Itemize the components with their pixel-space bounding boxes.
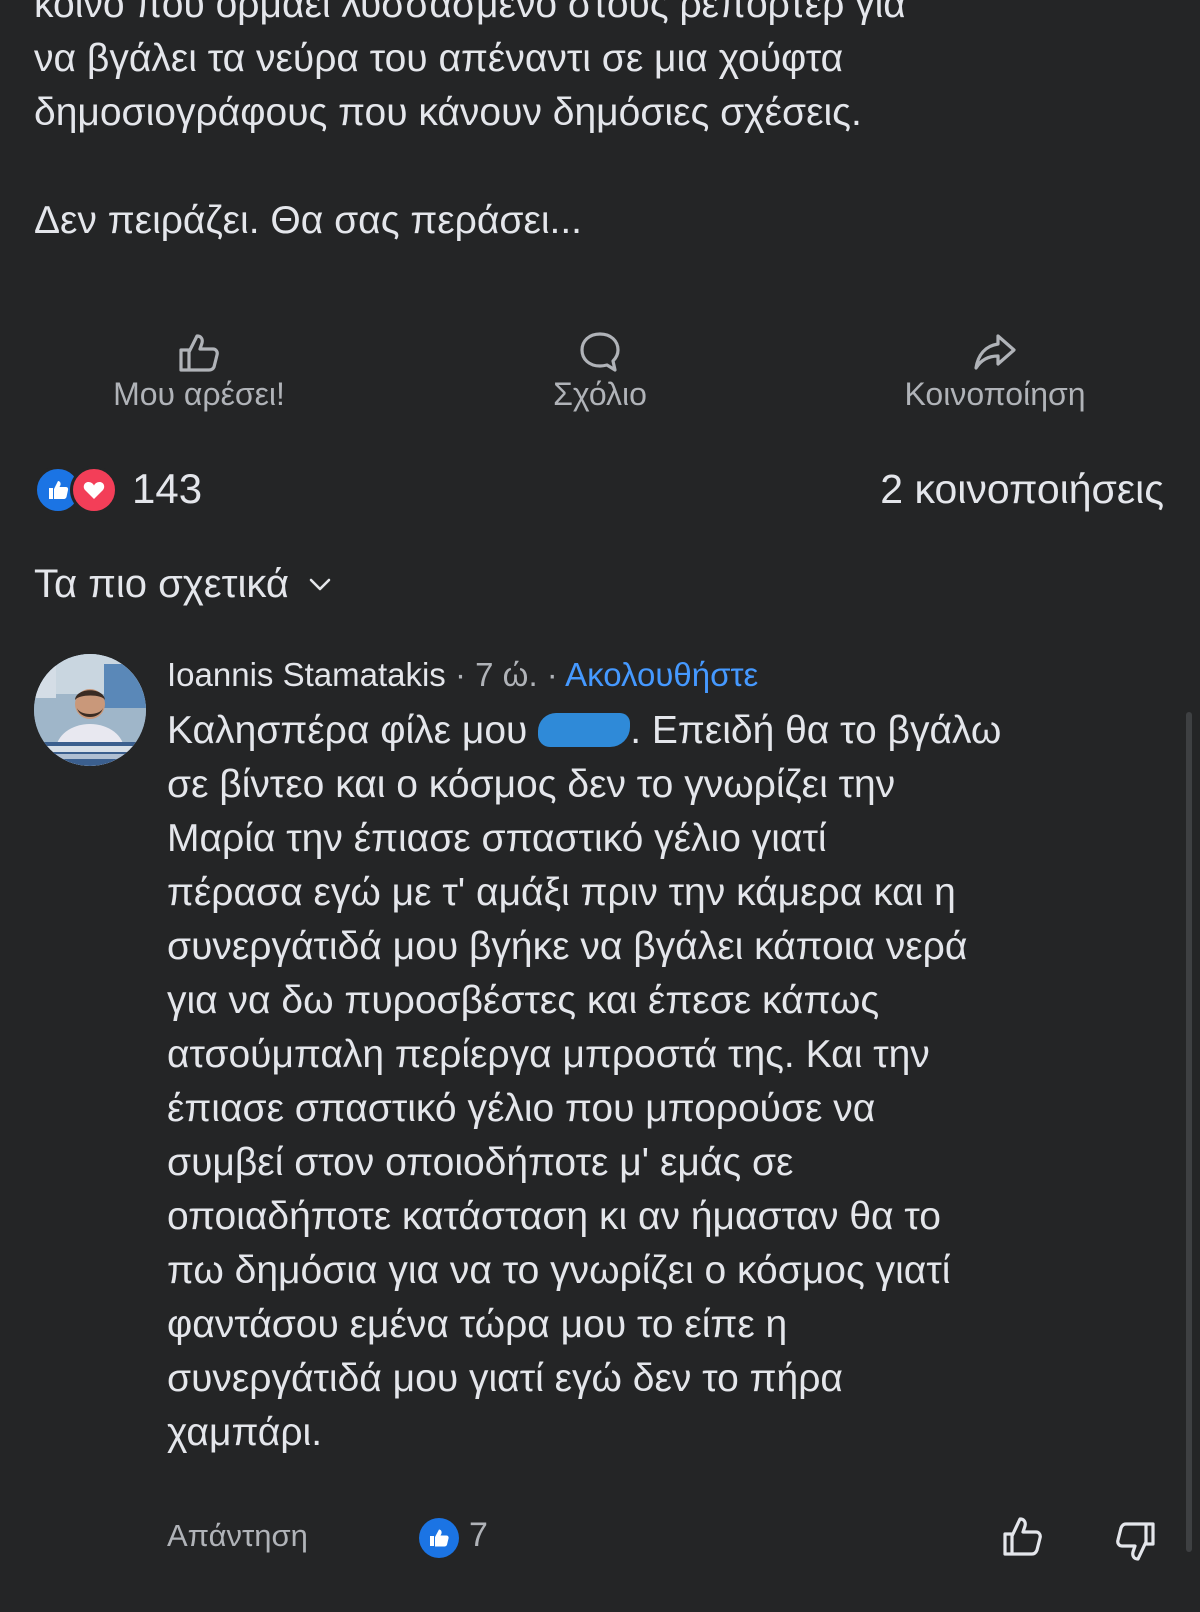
comment-text: . Επειδή θα το βγάλω xyxy=(630,709,1002,752)
share-button-label: Κοινοποίηση xyxy=(904,376,1086,412)
post-text-line: να βγάλει τα νεύρα του απέναντι σε μια χ… xyxy=(34,37,844,80)
reaction-count[interactable]: 143 xyxy=(132,462,202,516)
comment-line: συνεργάτιδά μου γιατί εγώ δεν το πήρα xyxy=(167,1357,843,1400)
comment-sort-dropdown[interactable]: Τα πιο σχετικά xyxy=(34,556,333,612)
thumbs-down-icon[interactable] xyxy=(1111,1518,1159,1566)
post-action-bar: Μου αρέσει! Σχόλιο Κοινοποίηση xyxy=(0,330,1200,420)
comment-footer: Απάντηση 7 xyxy=(167,1510,1167,1566)
redacted-name-mark xyxy=(538,713,631,747)
scrollbar[interactable] xyxy=(1186,712,1192,1552)
shares-count[interactable]: 2 κοινοποιήσεις xyxy=(880,462,1164,516)
share-arrow-icon xyxy=(974,334,1016,370)
thumbs-up-icon xyxy=(179,334,219,372)
like-button[interactable]: Μου αρέσει! xyxy=(84,330,314,413)
comment-line: χαμπάρι. xyxy=(167,1411,323,1454)
post-text-line: Δεν πειράζει. Θα σας περάσει... xyxy=(34,199,582,242)
post-text-gap xyxy=(34,140,1174,194)
thumbs-up-icon[interactable] xyxy=(999,1512,1047,1560)
separator-dot: · xyxy=(454,656,466,693)
comment-line: οποιαδήποτε κατάσταση κι αν ήμασταν θα τ… xyxy=(167,1195,941,1238)
comment-like-reaction-icon[interactable] xyxy=(419,1518,459,1558)
reaction-icons[interactable] xyxy=(34,466,126,514)
comment-line: για να δω πυροσβέστες και έπεσε κάπως xyxy=(167,979,880,1022)
comment-line: πω δημόσια για να το γνωρίζει ο κόσμος γ… xyxy=(167,1249,951,1292)
comment-line: ατσούμπαλη περίεργα μπροστά της. Και την xyxy=(167,1033,930,1076)
comment-line: φαντάσου εμένα τώρα μου το είπε η xyxy=(167,1303,788,1346)
chevron-down-icon xyxy=(309,578,331,591)
comment-line: έπιασε σπαστικό γέλιο που μπορούσε να xyxy=(167,1087,876,1130)
comment-header: Ioannis Stamatakis · 7 ώ. · Ακολουθήστε xyxy=(167,652,758,698)
follow-button[interactable]: Ακολουθήστε xyxy=(565,656,758,693)
comment-author[interactable]: Ioannis Stamatakis xyxy=(167,656,446,693)
comment-line: συμβεί στον οποιοδήποτε μ' εμάς σε xyxy=(167,1141,794,1184)
speech-bubble-icon xyxy=(580,332,620,372)
comment-button-label: Σχόλιο xyxy=(553,376,647,412)
share-button[interactable]: Κοινοποίηση xyxy=(870,330,1120,413)
comment-time[interactable]: 7 ώ. xyxy=(475,656,537,693)
comment-line: σε βίντεο και ο κόσμος δεν το γνωρίζει τ… xyxy=(167,763,896,806)
avatar-photo xyxy=(34,654,146,766)
comment-button[interactable]: Σχόλιο xyxy=(500,330,700,413)
avatar[interactable] xyxy=(34,654,146,766)
comment-line: Καλησπέρα φίλε μου . Επειδή θα το βγάλω xyxy=(167,704,1157,758)
comment-like-count: 7 xyxy=(469,1516,488,1554)
comment-line: πέρασα εγώ με τ' αμάξι πριν την κάμερα κ… xyxy=(167,871,956,914)
love-reaction-icon xyxy=(70,466,118,514)
like-button-label: Μου αρέσει! xyxy=(113,376,285,412)
comment-text: Καλησπέρα φίλε μου xyxy=(167,709,539,752)
comment-line: συνεργάτιδά μου βγήκε να βγάλει κάποια ν… xyxy=(167,925,968,968)
sort-label: Τα πιο σχετικά xyxy=(34,561,289,606)
post-stats: 143 2 κοινοποιήσεις xyxy=(34,462,1164,516)
reply-button[interactable]: Απάντηση xyxy=(167,1518,308,1554)
comment-body: Καλησπέρα φίλε μου . Επειδή θα το βγάλω … xyxy=(167,704,1157,1460)
post-text-line: δημοσιογράφους που κάνουν δημόσιες σχέσε… xyxy=(34,91,862,134)
comment-line: Μαρία την έπιασε σπαστικό γέλιο γιατί xyxy=(167,817,827,860)
post-text-line: κοινό που ορμάει λυσσασμένο στους ρεπόρτ… xyxy=(34,0,906,26)
post-text: κοινό που ορμάει λυσσασμένο στους ρεπόρτ… xyxy=(34,0,1174,248)
separator-dot: · xyxy=(546,656,558,693)
